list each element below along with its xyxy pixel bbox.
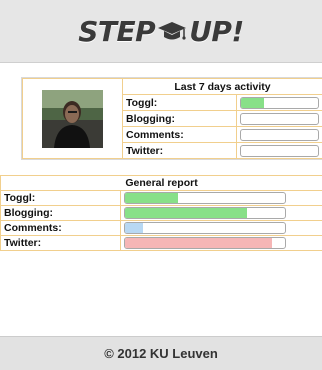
report-label: Blogging:	[1, 206, 121, 221]
progress-fill	[125, 238, 272, 248]
progress-bar	[124, 222, 286, 234]
report-label: Comments:	[1, 221, 121, 236]
report-row: Comments:	[1, 221, 322, 236]
report-title: General report	[1, 176, 322, 191]
graduation-cap-icon	[157, 18, 187, 44]
progress-bar	[240, 129, 319, 141]
logo-text-up: UP!	[189, 15, 244, 48]
progress-fill	[125, 193, 178, 203]
activity-label: Twitter:	[123, 143, 237, 159]
activity-panel: Last 7 days activity Toggl: Blogging: Co…	[21, 77, 322, 160]
footer: © 2012 KU Leuven	[0, 336, 322, 370]
activity-title: Last 7 days activity	[123, 79, 322, 95]
report-row: Toggl:	[1, 191, 322, 206]
report-row: Twitter:	[1, 236, 322, 251]
logo-text-step: STEP	[78, 15, 155, 48]
progress-fill	[125, 223, 143, 233]
progress-bar	[124, 237, 286, 249]
progress-bar	[124, 192, 286, 204]
app-header: STEP UP!	[0, 0, 322, 63]
activity-label: Blogging:	[123, 111, 237, 127]
profile-photo[interactable]	[42, 90, 103, 148]
progress-fill	[241, 98, 264, 108]
progress-bar	[240, 97, 319, 109]
activity-label: Comments:	[123, 127, 237, 143]
copyright-text: © 2012 KU Leuven	[104, 346, 218, 361]
progress-bar	[240, 113, 319, 125]
report-table: General report Toggl: Blogging: Comments…	[0, 175, 322, 251]
report-label: Toggl:	[1, 191, 121, 206]
progress-bar	[240, 145, 319, 157]
activity-label: Toggl:	[123, 95, 237, 111]
profile-photo-cell	[23, 79, 123, 159]
activity-table: Last 7 days activity Toggl: Blogging: Co…	[22, 78, 322, 159]
progress-fill	[125, 208, 247, 218]
progress-bar	[124, 207, 286, 219]
report-label: Twitter:	[1, 236, 121, 251]
step-up-logo[interactable]: STEP UP!	[78, 15, 243, 48]
general-report: General report Toggl: Blogging: Comments…	[0, 175, 322, 251]
report-row: Blogging:	[1, 206, 322, 221]
